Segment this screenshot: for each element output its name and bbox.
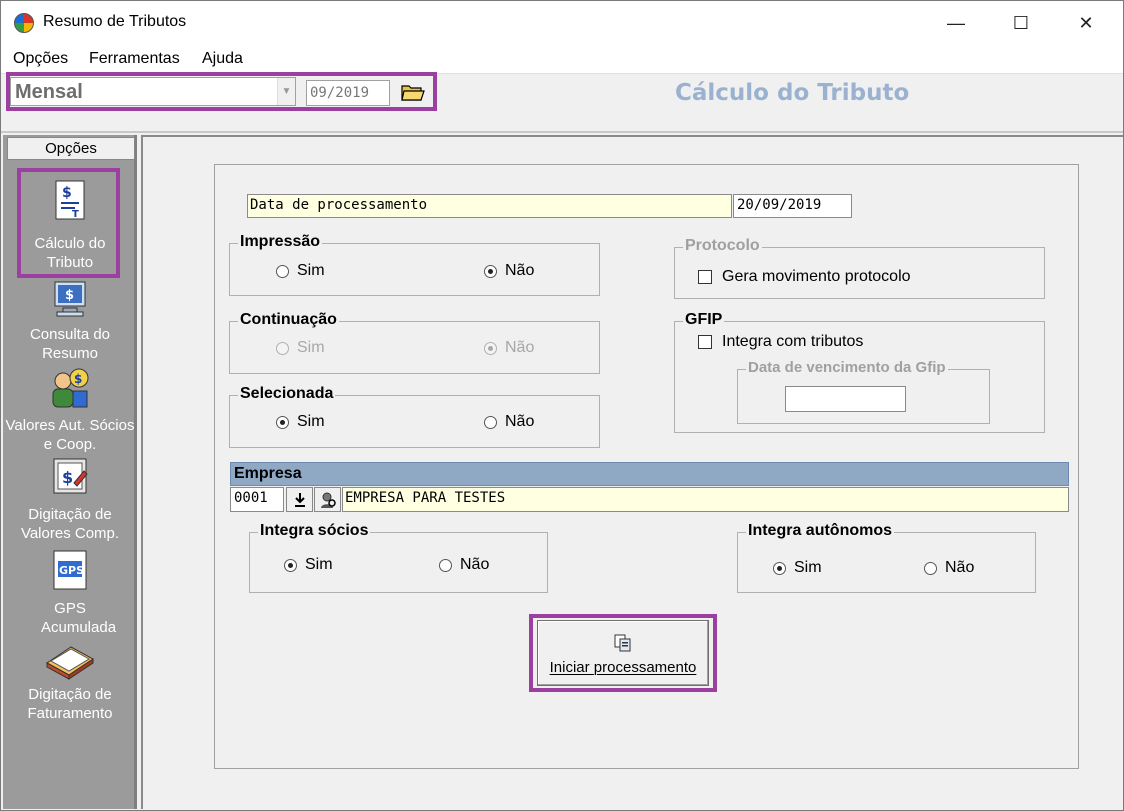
selecionada-label: Selecionada <box>238 385 336 403</box>
page-title: Cálculo do Tributo <box>675 80 910 106</box>
svg-text:$: $ <box>74 372 82 386</box>
protocolo-label: Protocolo <box>683 237 762 255</box>
open-folder-button[interactable] <box>397 79 429 105</box>
selecionada-nao-radio[interactable]: Não <box>484 413 534 431</box>
svg-text:$: $ <box>62 185 72 201</box>
sidebar-item-calculo[interactable]: $ T Cálculo do Tributo <box>5 179 135 272</box>
integra-tributos-checkbox[interactable]: Integra com tributos <box>698 333 863 351</box>
empresa-name-field: EMPRESA PARA TESTES <box>342 487 1069 512</box>
sidebar-item-valores-aut[interactable]: $ Valores Aut. Sócios e Coop. <box>5 365 135 454</box>
radio-label: Sim <box>297 413 325 430</box>
svg-text:GPS: GPS <box>59 564 84 577</box>
impressao-nao-radio[interactable]: Não <box>484 262 534 280</box>
period-select[interactable]: Mensal ▼ <box>10 77 296 106</box>
selecionada-sim-radio[interactable]: Sim <box>276 413 325 431</box>
integra-autonomos-sim-radio[interactable]: Sim <box>773 559 822 577</box>
integra-autonomos-nao-radio[interactable]: Não <box>924 559 974 577</box>
menu-ajuda[interactable]: Ajuda <box>202 50 243 68</box>
processing-date-input[interactable]: 20/09/2019 <box>733 194 852 218</box>
checkbox-label: Gera movimento protocolo <box>722 268 911 285</box>
empresa-download-button[interactable] <box>286 487 313 512</box>
integra-socios-sim-radio[interactable]: Sim <box>284 556 333 574</box>
svg-text:T: T <box>72 209 79 220</box>
people-money-icon: $ <box>52 368 89 408</box>
radio-label: Não <box>505 339 535 356</box>
start-processing-button[interactable]: Iniciar processamento <box>537 620 709 686</box>
integra-autonomos-label: Integra autônomos <box>746 522 895 540</box>
menu-bar: Opções Ferramentas Ajuda <box>1 45 1123 73</box>
empresa-search-button[interactable] <box>314 487 341 512</box>
chevron-down-icon[interactable]: ▼ <box>277 78 295 105</box>
radio-label: Sim <box>305 556 333 573</box>
integra-socios-nao-radio[interactable]: Não <box>439 556 489 574</box>
close-button[interactable]: ✕ <box>1063 7 1109 39</box>
window-title: Resumo de Tributos <box>43 13 187 30</box>
radio-label: Sim <box>794 559 822 576</box>
folder-open-icon <box>401 85 425 101</box>
sidebar-item-label: Consulta do Resumo <box>29 326 111 362</box>
copy-documents-icon <box>614 634 631 652</box>
radio-label: Não <box>945 559 975 576</box>
money-edit-icon: $ <box>53 458 88 494</box>
sidebar-item-gps[interactable]: GPS GPS Acumulada <box>5 549 135 637</box>
sidebar-item-faturamento[interactable]: Digitação de Faturamento <box>5 637 135 723</box>
title-bar: Resumo de Tributos — ☐ ✕ <box>1 1 1123 45</box>
svg-text:$: $ <box>65 288 74 303</box>
empresa-header: Empresa <box>230 462 1069 486</box>
checkbox-label: Integra com tributos <box>722 333 864 350</box>
gfip-label: GFIP <box>683 311 725 329</box>
menu-ferramentas[interactable]: Ferramentas <box>89 50 180 68</box>
impressao-label: Impressão <box>238 233 323 251</box>
app-window: Resumo de Tributos — ☐ ✕ Opções Ferramen… <box>0 0 1124 811</box>
radio-label: Não <box>505 262 535 279</box>
sidebar-item-label: Digitação de Valores Comp. <box>20 506 120 542</box>
app-logo-icon <box>14 13 34 33</box>
continuacao-sim-radio: Sim <box>276 339 325 357</box>
gps-document-icon: GPS <box>53 550 87 590</box>
menu-opcoes[interactable]: Opções <box>13 50 68 68</box>
person-search-icon <box>320 492 336 508</box>
sidebar-item-label: GPS Acumulada <box>41 600 117 636</box>
maximize-button[interactable]: ☐ <box>998 7 1044 39</box>
gfip-due-date-input[interactable] <box>785 386 906 412</box>
radio-label: Sim <box>297 339 325 356</box>
sidebar-item-label: Cálculo do Tributo <box>34 235 106 271</box>
processing-date-label: Data de processamento <box>247 194 732 218</box>
svg-text:$: $ <box>62 468 73 487</box>
sidebar-item-digitacao-valores[interactable]: $ Digitação de Valores Comp. <box>5 457 135 543</box>
integra-socios-label: Integra sócios <box>258 522 371 540</box>
continuacao-label: Continuação <box>238 311 339 329</box>
sidebar-header[interactable]: Opções <box>7 137 135 160</box>
competence-input[interactable]: 09/2019 <box>306 80 390 106</box>
continuacao-nao-radio: Não <box>484 339 534 357</box>
computer-money-icon: $ <box>54 281 86 317</box>
sidebar-item-label: Digitação de Faturamento <box>27 686 113 722</box>
gfip-due-date-label: Data de vencimento da Gfip <box>746 359 948 376</box>
radio-label: Sim <box>297 262 325 279</box>
sidebar-item-consulta[interactable]: $ Consulta do Resumo <box>5 278 135 363</box>
radio-label: Não <box>505 413 535 430</box>
invoice-book-icon <box>46 646 94 680</box>
start-button-label: Iniciar processamento <box>549 659 697 676</box>
impressao-sim-radio[interactable]: Sim <box>276 262 325 280</box>
empresa-code-input[interactable]: 0001 <box>230 487 284 512</box>
period-value: Mensal <box>15 81 83 103</box>
tax-calculation-icon: $ T <box>55 180 85 220</box>
radio-label: Não <box>460 556 490 573</box>
download-arrow-icon <box>294 492 305 507</box>
minimize-button[interactable]: — <box>933 7 979 39</box>
sidebar-item-label: Valores Aut. Sócios e Coop. <box>5 417 135 453</box>
gera-protocolo-checkbox[interactable]: Gera movimento protocolo <box>698 268 911 286</box>
